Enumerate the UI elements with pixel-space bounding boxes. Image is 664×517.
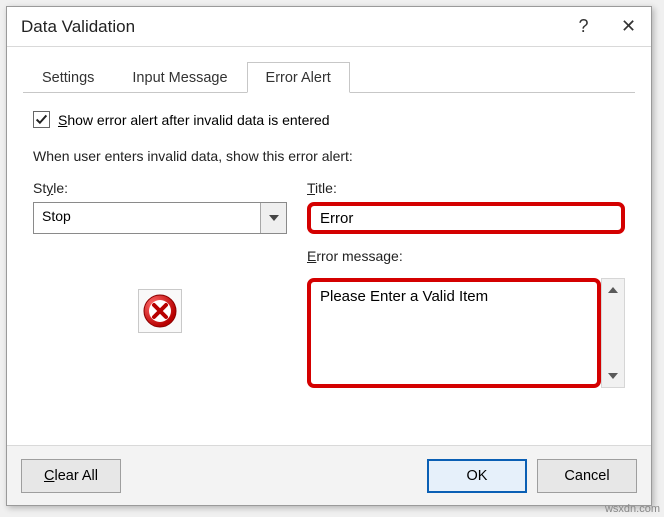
- error-message-label: Error message:: [307, 248, 625, 264]
- tab-input-message[interactable]: Input Message: [113, 62, 246, 93]
- textarea-scrollbar[interactable]: [601, 278, 625, 388]
- show-alert-text: how error alert after invalid data is en…: [67, 112, 329, 128]
- tab-settings[interactable]: Settings: [23, 62, 113, 93]
- title-msg-column: Title: Error message: Please Enter a Val…: [307, 180, 625, 388]
- error-circle-icon: [138, 289, 182, 333]
- style-select-value: Stop: [34, 203, 260, 233]
- show-alert-accel: S: [58, 112, 67, 128]
- caret-down-icon: [608, 373, 618, 379]
- show-alert-row: Show error alert after invalid data is e…: [33, 111, 625, 128]
- data-validation-dialog: Data Validation ? ✕ Settings Input Messa…: [6, 6, 652, 506]
- title-label: Title:: [307, 180, 625, 196]
- dialog-title: Data Validation: [21, 17, 135, 37]
- style-label: Style:: [33, 180, 287, 196]
- help-button[interactable]: ?: [561, 7, 606, 47]
- cancel-button[interactable]: Cancel: [537, 459, 637, 493]
- errmsg-label-text: rror message:: [316, 248, 402, 264]
- button-bar: Clear All OK Cancel: [7, 445, 651, 505]
- clear-all-accel: C: [44, 468, 54, 484]
- clear-all-button[interactable]: Clear All: [21, 459, 121, 493]
- scroll-up-button[interactable]: [602, 279, 624, 301]
- show-alert-checkbox[interactable]: [33, 111, 50, 128]
- style-select[interactable]: Stop: [33, 202, 287, 234]
- title-input[interactable]: [307, 202, 625, 234]
- titlebar: Data Validation ? ✕: [7, 7, 651, 47]
- instruction-text: When user enters invalid data, show this…: [33, 148, 625, 164]
- style-label-pre: St: [33, 180, 46, 196]
- style-preview: [33, 289, 287, 333]
- chevron-down-icon: [269, 215, 279, 221]
- error-alert-panel: Show error alert after invalid data is e…: [23, 93, 635, 398]
- form-row: Style: Stop: [33, 180, 625, 388]
- error-message-wrap: Please Enter a Valid Item: [307, 278, 625, 388]
- checkmark-icon: [35, 113, 48, 126]
- dialog-content: Settings Input Message Error Alert Show …: [7, 47, 651, 445]
- title-label-accel: T: [307, 180, 315, 196]
- style-select-dropdown-button[interactable]: [260, 203, 286, 233]
- caret-up-icon: [608, 287, 618, 293]
- errmsg-label-accel: E: [307, 248, 316, 264]
- error-message-textarea[interactable]: Please Enter a Valid Item: [307, 278, 601, 388]
- tab-strip: Settings Input Message Error Alert: [23, 59, 635, 93]
- ok-button[interactable]: OK: [427, 459, 527, 493]
- title-label-text: itle:: [315, 180, 337, 196]
- tab-error-alert[interactable]: Error Alert: [247, 62, 350, 93]
- show-alert-label: Show error alert after invalid data is e…: [58, 112, 330, 128]
- style-column: Style: Stop: [33, 180, 287, 333]
- close-button[interactable]: ✕: [606, 7, 651, 47]
- style-label-post: le:: [53, 180, 68, 196]
- scroll-down-button[interactable]: [602, 365, 624, 387]
- watermark: wsxdn.com: [605, 503, 660, 515]
- clear-all-text: lear All: [54, 468, 98, 484]
